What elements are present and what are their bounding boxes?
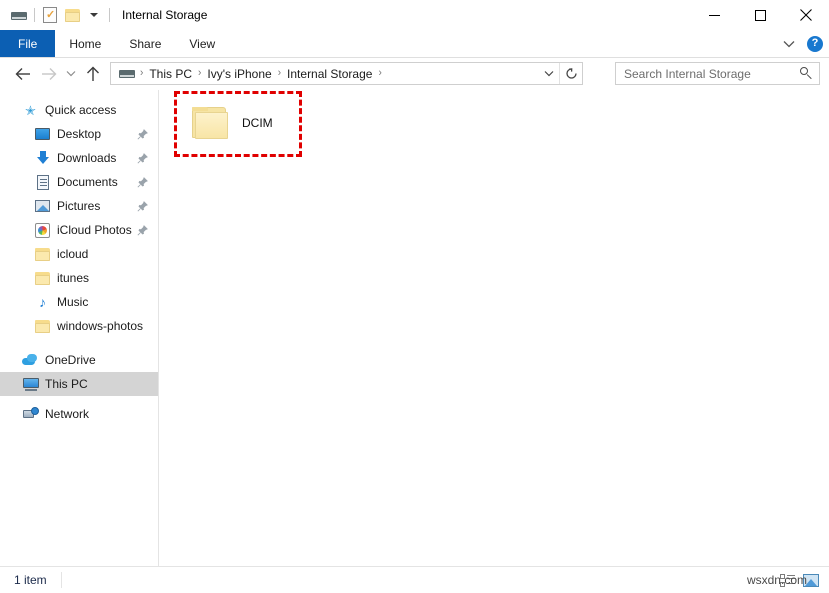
drive-icon[interactable] <box>8 4 30 26</box>
watermark-label: wsxdn.com <box>747 573 807 587</box>
file-explorer-window: ✓ Internal Storage File Home S <box>0 0 829 593</box>
search-icon[interactable] <box>800 67 813 80</box>
breadcrumb-separator-0: › <box>137 67 146 79</box>
sidebar-item-downloads[interactable]: Downloads <box>0 146 158 170</box>
music-icon: ♪ <box>34 295 51 309</box>
breadcrumb-separator-2[interactable]: › <box>275 67 284 79</box>
new-folder-icon[interactable] <box>61 4 83 26</box>
pin-icon <box>137 201 148 212</box>
search-input[interactable] <box>622 66 800 82</box>
customize-dropdown-icon[interactable] <box>83 4 105 26</box>
ribbon-right-controls: ? <box>783 30 823 57</box>
sidebar-item-label: Music <box>57 295 88 309</box>
tab-home[interactable]: Home <box>55 30 115 57</box>
search-box[interactable] <box>615 62 820 85</box>
address-bar-row: › This PC › Ivy's iPhone › Internal Stor… <box>0 58 829 89</box>
sidebar-gap <box>0 338 158 348</box>
sidebar-item-music[interactable]: ♪ Music <box>0 290 158 314</box>
refresh-icon[interactable] <box>559 63 582 84</box>
sidebar-item-label: This PC <box>45 377 88 391</box>
pictures-icon <box>34 200 51 212</box>
sidebar-item-label: iCloud Photos <box>57 223 132 237</box>
pin-icon <box>137 153 148 164</box>
sidebar-item-label: Pictures <box>57 199 100 213</box>
chevron-down-icon[interactable] <box>783 37 795 51</box>
this-pc-icon <box>22 378 39 391</box>
pin-icon <box>137 225 148 236</box>
toolbar-divider-2 <box>109 8 110 22</box>
file-list-pane[interactable]: DCIM <box>160 90 829 566</box>
sidebar-item-label: itunes <box>57 271 89 285</box>
sidebar-item-documents[interactable]: Documents <box>0 170 158 194</box>
sidebar-item-onedrive[interactable]: OneDrive <box>0 348 158 372</box>
sidebar-item-network[interactable]: Network <box>0 402 158 426</box>
pin-icon <box>137 129 148 140</box>
documents-icon <box>34 175 51 190</box>
breadcrumb-separator-3[interactable]: › <box>375 67 384 79</box>
minimize-button[interactable] <box>691 0 737 30</box>
tab-share[interactable]: Share <box>115 30 175 57</box>
sidebar-item-label: Quick access <box>45 103 116 117</box>
status-bar: 1 item wsxdn.com <box>0 566 829 593</box>
close-button[interactable] <box>783 0 829 30</box>
star-icon: ✭ <box>22 104 39 117</box>
annotation-highlight-box <box>174 91 302 157</box>
window-controls <box>691 0 829 30</box>
sidebar-item-quick-access[interactable]: ✭ Quick access <box>0 98 158 122</box>
navigation-pane: ✭ Quick access Desktop Downloads Docum <box>0 90 159 566</box>
folder-icon <box>34 248 51 261</box>
explorer-body: ✭ Quick access Desktop Downloads Docum <box>0 90 829 566</box>
toolbar-divider <box>34 8 35 22</box>
sidebar-item-label: Downloads <box>57 151 116 165</box>
sidebar-item-label: Network <box>45 407 89 421</box>
onedrive-icon <box>22 354 39 366</box>
breadcrumb-item-ivys-iphone[interactable]: Ivy's iPhone <box>204 67 274 81</box>
sidebar-item-icloud[interactable]: icloud <box>0 242 158 266</box>
sidebar-item-itunes[interactable]: itunes <box>0 266 158 290</box>
sidebar-item-windows-photos[interactable]: windows-photos <box>0 314 158 338</box>
tab-view[interactable]: View <box>175 30 229 57</box>
status-divider <box>61 572 62 588</box>
address-bar-right-controls <box>539 63 582 84</box>
back-button[interactable] <box>10 61 36 87</box>
forward-button[interactable] <box>36 61 62 87</box>
address-dropdown-icon[interactable] <box>539 63 559 84</box>
sidebar-item-label: OneDrive <box>45 353 96 367</box>
breadcrumb-item-this-pc[interactable]: This PC <box>146 67 195 81</box>
folder-icon <box>34 320 51 333</box>
icloud-photos-icon <box>34 223 51 238</box>
sidebar-item-label: icloud <box>57 247 88 261</box>
sidebar-item-pictures[interactable]: Pictures <box>0 194 158 218</box>
pin-icon <box>137 177 148 188</box>
item-count-label: 1 item <box>14 573 47 587</box>
title-bar: ✓ Internal Storage <box>0 0 829 30</box>
network-icon <box>22 407 39 421</box>
quick-access-toolbar: ✓ <box>0 0 114 30</box>
download-icon <box>34 151 51 165</box>
sidebar-item-this-pc[interactable]: This PC <box>0 372 158 396</box>
sidebar-item-label: windows-photos <box>57 319 143 333</box>
breadcrumb-drive-icon <box>116 68 137 79</box>
ribbon-tabs: File Home Share View ? <box>0 30 829 57</box>
recent-locations-button[interactable] <box>62 61 80 87</box>
sidebar-item-label: Documents <box>57 175 118 189</box>
sidebar-item-label: Desktop <box>57 127 101 141</box>
up-button[interactable] <box>80 61 106 87</box>
breadcrumb-item-internal-storage[interactable]: Internal Storage <box>284 67 375 81</box>
desktop-icon <box>34 128 51 140</box>
address-bar[interactable]: › This PC › Ivy's iPhone › Internal Stor… <box>110 62 583 85</box>
window-title: Internal Storage <box>122 8 207 22</box>
sidebar-item-desktop[interactable]: Desktop <box>0 122 158 146</box>
tab-file[interactable]: File <box>0 30 55 57</box>
properties-icon[interactable]: ✓ <box>39 4 61 26</box>
maximize-button[interactable] <box>737 0 783 30</box>
sidebar-item-icloud-photos[interactable]: iCloud Photos <box>0 218 158 242</box>
folder-icon <box>34 272 51 285</box>
help-icon[interactable]: ? <box>807 36 823 52</box>
breadcrumb-separator-1[interactable]: › <box>195 67 204 79</box>
